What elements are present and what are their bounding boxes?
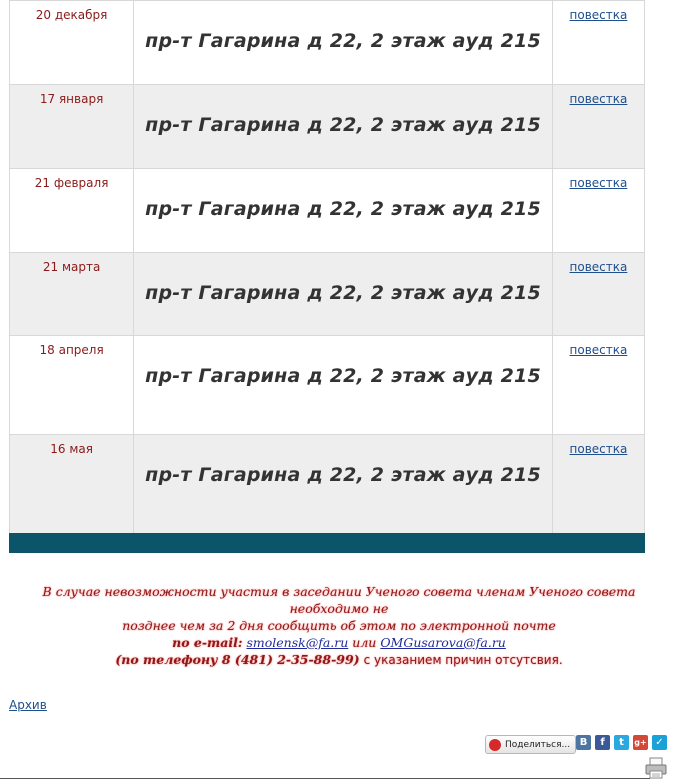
place-cell: пр-т Гагарина д 22, 2 этаж ауд 215 — [133, 84, 553, 169]
agenda-cell: повестка — [551, 0, 646, 85]
date-cell: 20 декабря — [8, 0, 135, 85]
meeting-date: 21 марта — [42, 260, 101, 274]
table-row: 18 апреля пр-т Гагарина д 22, 2 этаж ауд… — [8, 335, 646, 435]
meeting-place: пр-т Гагарина д 22, 2 этаж ауд 215 — [145, 464, 541, 486]
notice-phone-line: (по телефону 8 (481) 2-35-88-99) с указа… — [10, 651, 668, 669]
table-row: 16 мая пр-т Гагарина д 22, 2 этаж ауд 21… — [8, 434, 646, 534]
place-cell: пр-т Гагарина д 22, 2 этаж ауд 215 — [133, 434, 553, 534]
notice-email-line: по e-mail: smolensk@fa.ru или OMGusarova… — [10, 634, 668, 651]
date-cell: 21 марта — [8, 252, 135, 336]
meeting-schedule-table: 20 декабря пр-т Гагарина д 22, 2 этаж ау… — [8, 0, 646, 534]
google-plus-icon[interactable]: g+ — [633, 735, 648, 750]
place-cell: пр-т Гагарина д 22, 2 этаж ауд 215 — [133, 0, 553, 85]
agenda-link[interactable]: повестка — [553, 253, 644, 274]
agenda-link[interactable]: повестка — [553, 1, 644, 22]
meeting-place: пр-т Гагарина д 22, 2 этаж ауд 215 — [145, 198, 541, 220]
yandex-share-icon — [489, 738, 501, 751]
or-text: или — [352, 635, 377, 650]
agenda-cell: повестка — [551, 434, 646, 534]
meeting-date: 20 декабря — [35, 8, 108, 22]
meeting-date: 17 января — [39, 92, 104, 106]
date-cell: 18 апреля — [8, 335, 135, 435]
moi-mir-icon[interactable]: ✓ — [652, 735, 667, 750]
meeting-place: пр-т Гагарина д 22, 2 этаж ауд 215 — [145, 365, 541, 387]
email-link-smolensk[interactable]: smolensk@fa.ru — [246, 635, 348, 650]
phone-text: (по телефону 8 (481) 2-35-88-99) — [115, 652, 360, 667]
absence-notice: В случае невозможности участия в заседан… — [10, 583, 668, 669]
table-row: 21 февраля пр-т Гагарина д 22, 2 этаж ау… — [8, 168, 646, 253]
bottom-divider — [0, 778, 650, 779]
table-row: 17 января пр-т Гагарина д 22, 2 этаж ауд… — [8, 84, 646, 169]
notice-line-2: позднее чем за 2 дня сообщить об этом по… — [122, 618, 556, 633]
table-row: 20 декабря пр-т Гагарина д 22, 2 этаж ау… — [8, 0, 646, 85]
share-button[interactable]: Поделиться... — [485, 735, 577, 754]
reason-text: с указанием причин отсутсвия. — [363, 653, 563, 667]
place-cell: пр-т Гагарина д 22, 2 этаж ауд 215 — [133, 168, 553, 253]
agenda-link[interactable]: повестка — [553, 169, 644, 190]
agenda-cell: повестка — [551, 168, 646, 253]
agenda-cell: повестка — [551, 252, 646, 336]
date-cell: 16 мая — [8, 434, 135, 534]
date-cell: 21 февраля — [8, 168, 135, 253]
date-cell: 17 января — [8, 84, 135, 169]
twitter-icon[interactable]: t — [614, 735, 629, 750]
meeting-place: пр-т Гагарина д 22, 2 этаж ауд 215 — [145, 114, 541, 136]
agenda-link[interactable]: повестка — [553, 336, 644, 357]
facebook-icon[interactable]: f — [595, 735, 610, 750]
agenda-link[interactable]: повестка — [553, 85, 644, 106]
meeting-place: пр-т Гагарина д 22, 2 этаж ауд 215 — [145, 282, 541, 304]
notice-line-1: В случае невозможности участия в заседан… — [42, 584, 636, 616]
meeting-date: 21 февраля — [34, 176, 109, 190]
email-link-omgusarova[interactable]: OMGusarova@fa.ru — [380, 635, 506, 650]
agenda-link[interactable]: повестка — [553, 435, 644, 456]
place-cell: пр-т Гагарина д 22, 2 этаж ауд 215 — [133, 335, 553, 435]
table-footer-bar — [9, 533, 645, 553]
email-prefix: по e-mail: — [172, 635, 243, 650]
agenda-cell: повестка — [551, 84, 646, 169]
share-label: Поделиться... — [505, 739, 571, 750]
vk-icon[interactable]: В — [576, 735, 591, 750]
print-icon[interactable] — [645, 757, 667, 779]
archive-link[interactable]: Архив — [9, 698, 47, 712]
place-cell: пр-т Гагарина д 22, 2 этаж ауд 215 — [133, 252, 553, 336]
agenda-cell: повестка — [551, 335, 646, 435]
meeting-place: пр-т Гагарина д 22, 2 этаж ауд 215 — [145, 30, 541, 52]
meeting-date: 16 мая — [50, 442, 93, 456]
table-row: 21 марта пр-т Гагарина д 22, 2 этаж ауд … — [8, 252, 646, 336]
meeting-date: 18 апреля — [39, 343, 104, 357]
